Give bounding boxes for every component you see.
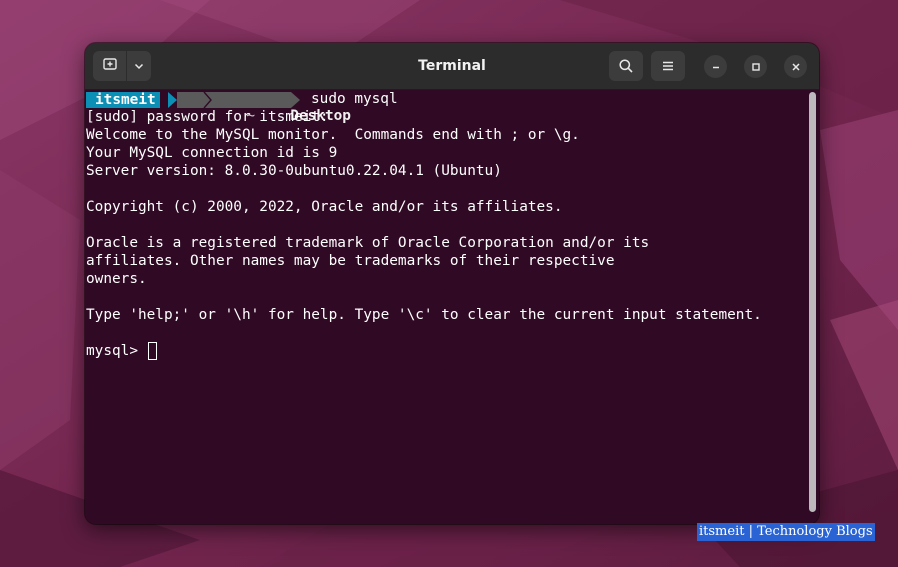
search-button[interactable] bbox=[609, 51, 643, 81]
close-icon bbox=[791, 57, 801, 76]
minimize-icon bbox=[711, 57, 721, 76]
chevron-down-icon bbox=[133, 57, 145, 76]
maximize-button[interactable] bbox=[744, 55, 767, 78]
shell-prompt: itsmeit ~ Desktop sudo mysql bbox=[85, 90, 485, 124]
terminal-window: Terminal itsmeit Desktop sudo mysql [sud… bbox=[85, 43, 819, 524]
header-bar: Terminal bbox=[85, 43, 819, 90]
site-watermark: itsmeit | Technology Blogs bbox=[697, 523, 875, 541]
scrollbar[interactable] bbox=[809, 92, 816, 512]
prompt-user-segment: itsmeit bbox=[86, 92, 160, 108]
mysql-prompt: mysql> bbox=[86, 343, 147, 359]
new-tab-button-group bbox=[93, 51, 151, 81]
maximize-icon bbox=[751, 57, 761, 76]
new-tab-button[interactable] bbox=[93, 51, 126, 81]
prompt-arrow-icon bbox=[168, 92, 177, 108]
output-line: Copyright (c) 2000, 2022, Oracle and/or … bbox=[86, 199, 563, 215]
typed-command: sudo mysql bbox=[311, 91, 398, 107]
output-line: Welcome to the MySQL monitor. Commands e… bbox=[86, 127, 580, 143]
output-line: Your MySQL connection id is 9 bbox=[86, 145, 338, 161]
output-line: Server version: 8.0.30-0ubuntu0.22.04.1 … bbox=[86, 163, 502, 179]
prompt-separator-icon bbox=[202, 92, 212, 108]
output-line: Oracle is a registered trademark of Orac… bbox=[86, 235, 650, 251]
output-line: [sudo] password for itsmeit: bbox=[86, 109, 329, 125]
hamburger-menu-icon bbox=[661, 60, 675, 72]
terminal-output-area[interactable]: itsmeit ~ Desktop sudo mysql [sudo] pass… bbox=[85, 90, 819, 524]
minimize-button[interactable] bbox=[704, 55, 727, 78]
text-cursor bbox=[148, 342, 157, 360]
new-tab-icon bbox=[102, 56, 118, 76]
output-line: Type 'help;' or '\h' for help. Type '\c'… bbox=[86, 307, 762, 323]
main-menu-button[interactable] bbox=[651, 51, 685, 81]
output-line: owners. bbox=[86, 271, 147, 287]
prompt-end-arrow-icon bbox=[291, 92, 300, 108]
new-tab-menu-button[interactable] bbox=[127, 51, 151, 81]
prompt-directory-segment: Desktop bbox=[212, 92, 351, 124]
search-icon bbox=[618, 58, 634, 74]
window-title: Terminal bbox=[418, 58, 486, 74]
output-line: affiliates. Other names may be trademark… bbox=[86, 253, 615, 269]
close-button[interactable] bbox=[784, 55, 807, 78]
